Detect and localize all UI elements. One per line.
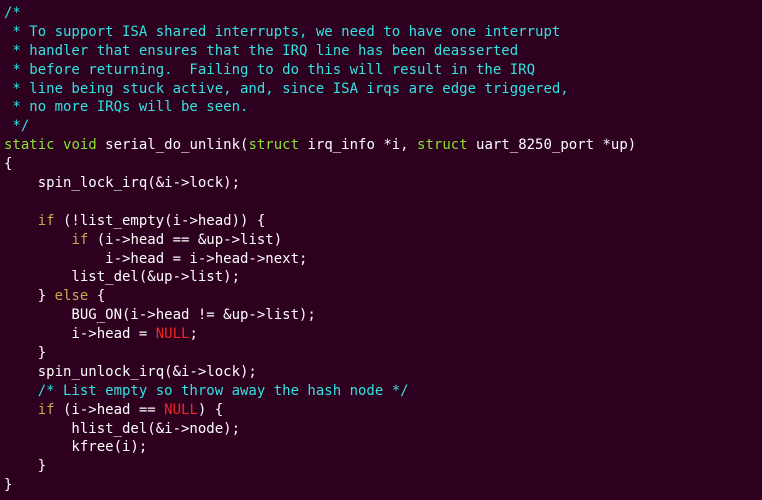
param: irq_info *i, bbox=[299, 137, 417, 153]
code: (i->head == bbox=[55, 402, 165, 418]
code-line: spin_lock_irq(&i->lock); bbox=[4, 175, 240, 191]
code: ) { bbox=[198, 402, 223, 418]
code: (i->head == &up->list) bbox=[88, 232, 282, 248]
param: uart_8250_port *up) bbox=[468, 137, 637, 153]
code-line: BUG_ON(i->head != &up->list); bbox=[4, 307, 316, 323]
fn-name: serial_do_unlink( bbox=[97, 137, 249, 153]
kw-if: if bbox=[38, 402, 55, 418]
code: } bbox=[4, 288, 55, 304]
code-line: list_del(&up->list); bbox=[4, 269, 240, 285]
code-line: spin_unlock_irq(&i->lock); bbox=[4, 364, 257, 380]
block-comment-line: * before returning. Failing to do this w… bbox=[4, 62, 535, 78]
code: { bbox=[88, 288, 105, 304]
code-editor[interactable]: /* * To support ISA shared interrupts, w… bbox=[4, 4, 758, 495]
code: i->head = bbox=[4, 326, 156, 342]
kw-if: if bbox=[71, 232, 88, 248]
block-comment-line: * line being stuck active, and, since IS… bbox=[4, 81, 569, 97]
null-literal: NULL bbox=[156, 326, 190, 342]
block-comment-end: */ bbox=[4, 118, 29, 134]
code-line: hlist_del(&i->node); bbox=[4, 421, 240, 437]
code: ; bbox=[189, 326, 197, 342]
indent bbox=[4, 402, 38, 418]
indent bbox=[4, 213, 38, 229]
kw-static: static bbox=[4, 137, 55, 153]
block-comment-line: * To support ISA shared interrupts, we n… bbox=[4, 24, 560, 40]
null-literal: NULL bbox=[164, 402, 198, 418]
brace-close: } bbox=[4, 477, 12, 493]
kw-else: else bbox=[55, 288, 89, 304]
indent bbox=[4, 232, 71, 248]
kw-struct: struct bbox=[417, 137, 468, 153]
code-line: i->head = i->head->next; bbox=[4, 251, 307, 267]
block-comment-line: * no more IRQs will be seen. bbox=[4, 99, 248, 115]
kw-if: if bbox=[38, 213, 55, 229]
inline-comment: /* List empty so throw away the hash nod… bbox=[4, 383, 409, 399]
code: (!list_empty(i->head)) { bbox=[55, 213, 266, 229]
block-comment: /* bbox=[4, 5, 21, 21]
block-comment-line: * handler that ensures that the IRQ line… bbox=[4, 43, 518, 59]
code-line: } bbox=[4, 458, 46, 474]
kw-void: void bbox=[63, 137, 97, 153]
brace-open: { bbox=[4, 156, 12, 172]
code-line: kfree(i); bbox=[4, 439, 147, 455]
kw-struct: struct bbox=[248, 137, 299, 153]
code-line: } bbox=[4, 345, 46, 361]
